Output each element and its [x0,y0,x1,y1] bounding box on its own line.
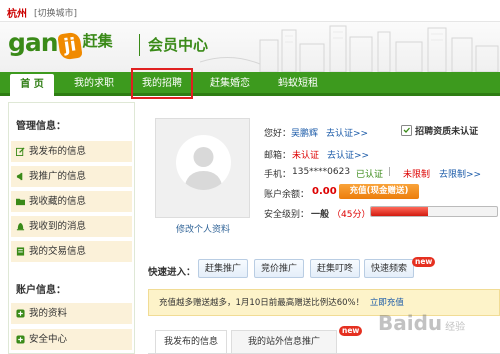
account-heading: 账户信息： [16,285,66,296]
edit-profile-link[interactable]: 修改个人资料 [176,222,230,235]
sidebar-item-my-promotions[interactable]: 我推广的信息 [11,166,132,187]
nav-highlight-box [131,68,193,99]
manage-heading: 管理信息： [16,121,66,132]
logo-brand-text: 赶集 [82,32,113,50]
header-divider [139,34,140,56]
ganji-logo[interactable]: gan ji 赶集 [8,28,113,61]
phone-separator: | [388,167,392,177]
user-silhouette-icon [184,147,223,190]
plus-icon [16,309,25,318]
bell-icon [16,222,25,231]
document-icon [16,247,25,256]
nav-item-my-job-search[interactable]: 我的求职 [64,72,124,96]
security-level: 一般 [311,210,330,220]
recharge-button[interactable]: 充值(现金赠送) [339,184,419,199]
balance-label: 账户余额： [264,190,310,200]
sidebar-item-my-posts[interactable]: 我发布的信息 [11,141,132,162]
megaphone-icon [16,172,23,181]
quick-btn-dingdong[interactable]: 赶集叮咚 [310,259,361,278]
recruit-verification-badge[interactable]: 招聘资质未认证 [401,124,478,137]
balance-value: 0.00 [312,186,337,197]
main-nav: 首 页 我的求职 我的招聘 赶集婚恋 蚂蚁短租 [0,72,500,96]
sidebar-item-label: 我的资料 [29,308,68,319]
phone-number: 135****0623 [292,167,351,177]
security-progress-bar [370,206,498,217]
sidebar-item-label: 我的交易信息 [29,246,87,257]
sidebar-item-label: 我推广的信息 [29,171,87,182]
sidebar-item-label: 我收藏的信息 [29,196,87,207]
baidu-watermark: Baidu 经验 [378,311,465,335]
sidebar-item-label: 安全中心 [29,334,68,345]
recharge-now-link[interactable]: 立即充值 [370,298,404,308]
username[interactable]: 吴鹏辉 [291,126,318,139]
top-city-bar: 杭州 [切换城市] [0,0,500,22]
avatar-frame[interactable] [155,118,250,218]
sidebar-item-label: 我发布的信息 [29,146,87,157]
nav-item-short-rent[interactable]: 蚂蚁短租 [268,72,328,96]
phone-label: 手机： [264,170,292,180]
recruit-badge-label: 招聘资质未认证 [415,127,479,137]
quick-btn-ganji-promo[interactable]: 赶集推广 [198,259,249,278]
email-verify-link[interactable]: 去认证>> [327,148,369,161]
sidebar-item-my-favorites[interactable]: 我收藏的信息 [11,191,132,212]
greeting-label: 您好： [264,129,292,139]
tab-external-promo[interactable]: 我的站外信息推广 [231,330,337,354]
phone-limit-status: 未限制 [403,170,431,180]
security-label: 安全级别： [264,210,310,220]
avatar [176,135,231,190]
sidebar-item-label: 我收到的消息 [29,221,87,232]
sidebar-item-my-profile[interactable]: 我的资料 [11,303,132,324]
tab-new-badge: new [339,326,363,336]
nav-item-home[interactable]: 首 页 [10,74,54,96]
nav-item-dating[interactable]: 赶集婚恋 [200,72,260,96]
sidebar-item-my-transactions[interactable]: 我的交易信息 [11,241,132,262]
logo-mark: ji [56,31,83,61]
watermark-sub: 经验 [445,322,466,333]
folder-icon [16,198,25,206]
verify-identity-link[interactable]: 去认证>> [326,126,368,139]
section-title: 会员中心 [148,36,209,54]
new-badge: new [412,257,436,267]
edit-icon [16,147,25,156]
logo-wordmark: gan [8,28,59,57]
sidebar-item-security-center[interactable]: 安全中心 [11,329,132,350]
quick-btn-bid-promo[interactable]: 竞价推广 [254,259,305,278]
quick-btn-fast-search[interactable]: 快速频索 [364,259,415,278]
site-header: gan ji 赶集 会员中心 [0,22,500,72]
sidebar: 管理信息： 我发布的信息 我推广的信息 我收藏的信息 我收到的消息 我的交易信息… [8,102,135,354]
promo-notice-text: 充值越多赠送越多，1月10日前最高赠送比例达60%！ [159,298,365,308]
email-status: 未认证 [292,151,320,161]
switch-city-link[interactable]: [切换城市] [34,6,77,19]
tab-my-posts[interactable]: 我发布的信息 [155,330,227,354]
plus-icon [16,335,25,344]
watermark-text: Baidu [378,311,443,335]
email-label: 邮箱： [264,151,292,161]
certificate-icon [401,125,412,136]
current-city: 杭州 [7,9,27,20]
security-score: （45分） [332,210,371,220]
city-skyline-illustration [200,25,499,72]
phone-limit-link[interactable]: 去限制>> [439,167,481,180]
phone-status: 已认证 [356,170,384,180]
security-progress-fill [371,207,428,216]
quick-entry-label: 快速进入： [148,267,196,278]
sidebar-item-my-messages[interactable]: 我收到的消息 [11,216,132,237]
